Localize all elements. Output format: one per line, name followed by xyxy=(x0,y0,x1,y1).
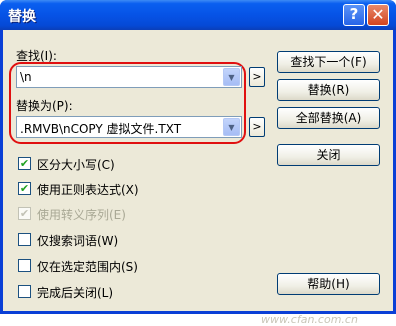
find-next-button[interactable]: 查找下一个(F) xyxy=(277,51,380,73)
replace-button[interactable]: 替换(R) xyxy=(277,79,380,101)
chevron-right-icon: > xyxy=(252,120,262,133)
find-regex-menu-button[interactable]: > xyxy=(249,67,265,87)
checkmark-icon: ✔ xyxy=(19,157,30,170)
checkmark-icon: ✔ xyxy=(19,207,30,220)
find-value: \n xyxy=(20,70,32,84)
replace-all-button[interactable]: 全部替换(A) xyxy=(277,107,380,129)
selection-only-label: 仅在选定范围内(S) xyxy=(37,260,138,274)
whole-word-label: 仅搜索词语(W) xyxy=(37,234,119,248)
chevron-down-icon: ▼ xyxy=(228,73,235,82)
replace-combobox[interactable]: .RMVB\nCOPY 虚拟文件.TXT ▼ xyxy=(16,116,242,138)
close-icon: ✕ xyxy=(371,5,385,24)
dialog-title: 替换 xyxy=(8,9,36,25)
escape-sequence-label: 使用转义序列(E) xyxy=(37,208,126,222)
use-regex-checkbox[interactable]: ✔ xyxy=(18,182,31,195)
chevron-right-icon: > xyxy=(252,70,262,83)
replace-dropdown-button[interactable]: ▼ xyxy=(223,118,240,136)
help-button[interactable]: 帮助(H) xyxy=(277,273,380,295)
title-bar[interactable]: 替换 ? ✕ xyxy=(0,0,396,30)
find-dropdown-button[interactable]: ▼ xyxy=(223,68,240,86)
selection-only-checkbox[interactable] xyxy=(18,259,31,272)
close-when-done-checkbox[interactable] xyxy=(18,285,31,298)
help-title-button[interactable]: ? xyxy=(343,4,365,26)
close-when-done-label: 完成后关闭(L) xyxy=(37,286,114,300)
checkmark-icon: ✔ xyxy=(19,182,30,195)
watermark-text: www.cfan.com.cn xyxy=(261,313,358,326)
close-title-button[interactable]: ✕ xyxy=(367,4,389,26)
escape-sequence-checkbox: ✔ xyxy=(18,207,31,220)
replace-value: .RMVB\nCOPY 虚拟文件.TXT xyxy=(20,122,182,136)
replace-dialog: 替换 ? ✕ 查找(I): \n ▼ > 替换为(P): .RMVB\nCOPY… xyxy=(0,0,396,326)
replace-label: 替换为(P): xyxy=(16,99,73,113)
dialog-body: 查找(I): \n ▼ > 替换为(P): .RMVB\nCOPY 虚拟文件.T… xyxy=(3,30,393,326)
chevron-down-icon: ▼ xyxy=(228,123,235,132)
help-icon: ? xyxy=(349,5,359,23)
match-case-checkbox[interactable]: ✔ xyxy=(18,157,31,170)
replace-regex-menu-button[interactable]: > xyxy=(249,117,265,137)
whole-word-checkbox[interactable] xyxy=(18,233,31,246)
find-label: 查找(I): xyxy=(16,49,57,63)
find-combobox[interactable]: \n ▼ xyxy=(16,66,242,88)
close-button[interactable]: 关闭 xyxy=(277,144,380,166)
use-regex-label: 使用正则表达式(X) xyxy=(37,183,139,197)
match-case-label: 区分大小写(C) xyxy=(37,158,115,172)
